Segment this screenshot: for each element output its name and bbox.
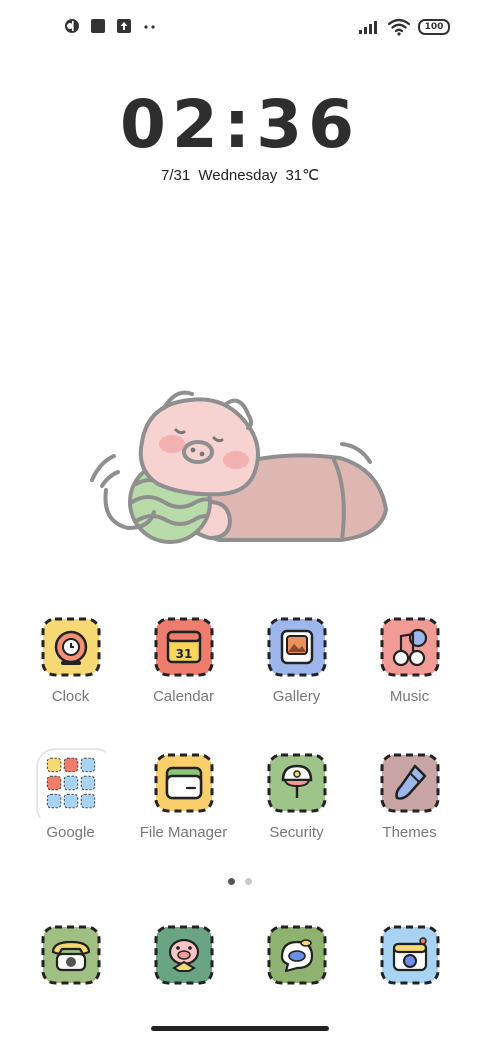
home-indicator[interactable]	[151, 1026, 329, 1031]
app-label: Calendar	[153, 688, 214, 705]
dock-camera[interactable]	[353, 924, 466, 986]
app-label: Google	[46, 824, 95, 841]
google-folder-icon	[35, 748, 106, 818]
status-bar: 100	[0, 0, 480, 56]
camera-icon	[380, 925, 439, 985]
folder-icon	[154, 753, 213, 813]
app-security[interactable]: Security	[240, 752, 353, 841]
app-icon-round	[65, 19, 79, 33]
themes-icon	[380, 753, 439, 813]
battery-icon: 100	[418, 19, 450, 35]
app-icon-square	[91, 19, 105, 33]
notification-icons	[64, 18, 158, 34]
app-label: Themes	[382, 824, 437, 841]
clock-date: 7/31 Wednesday 31℃	[161, 167, 319, 184]
app-label: Gallery	[272, 688, 321, 705]
calendar-icon: 31	[154, 617, 213, 677]
page-dot-1[interactable]	[228, 878, 235, 885]
dock-messages[interactable]	[240, 924, 353, 986]
upload-icon	[117, 19, 131, 33]
app-gallery[interactable]: Gallery	[240, 616, 353, 705]
signal-icon	[359, 21, 377, 34]
more-dots-icon	[144, 25, 155, 29]
dock-contacts[interactable]	[127, 924, 240, 986]
calendar-day: 31	[175, 647, 192, 661]
app-file-manager[interactable]: File Manager	[127, 752, 240, 841]
app-label: Security	[269, 824, 324, 841]
security-icon	[267, 753, 326, 813]
app-themes[interactable]: Themes	[353, 752, 466, 841]
pig-contacts-icon	[154, 925, 213, 985]
messages-icon	[267, 925, 326, 985]
dock-phone[interactable]	[14, 924, 127, 986]
app-grid-row-2: Google File Manager Security Themes	[14, 748, 466, 841]
page-dot-2[interactable]	[245, 878, 252, 885]
sleeping-pig-illustration	[80, 380, 400, 560]
app-label: File Manager	[139, 824, 228, 841]
app-label: Clock	[51, 688, 90, 705]
app-clock[interactable]: Clock	[14, 616, 127, 705]
dock	[14, 924, 466, 986]
wifi-icon	[388, 18, 410, 36]
page-indicator[interactable]	[0, 878, 480, 885]
app-google-folder[interactable]: Google	[14, 748, 127, 841]
system-icons: 100	[358, 18, 450, 36]
music-icon	[380, 617, 439, 677]
app-grid-row-1: Clock 31 Calendar Gallery Music	[14, 616, 466, 705]
phone-icon	[41, 925, 100, 985]
clock-icon	[41, 617, 100, 677]
app-calendar[interactable]: 31 Calendar	[127, 616, 240, 705]
app-music[interactable]: Music	[353, 616, 466, 705]
clock-time[interactable]: 02:36	[0, 86, 480, 163]
app-label: Music	[389, 688, 430, 705]
gallery-icon	[267, 617, 326, 677]
